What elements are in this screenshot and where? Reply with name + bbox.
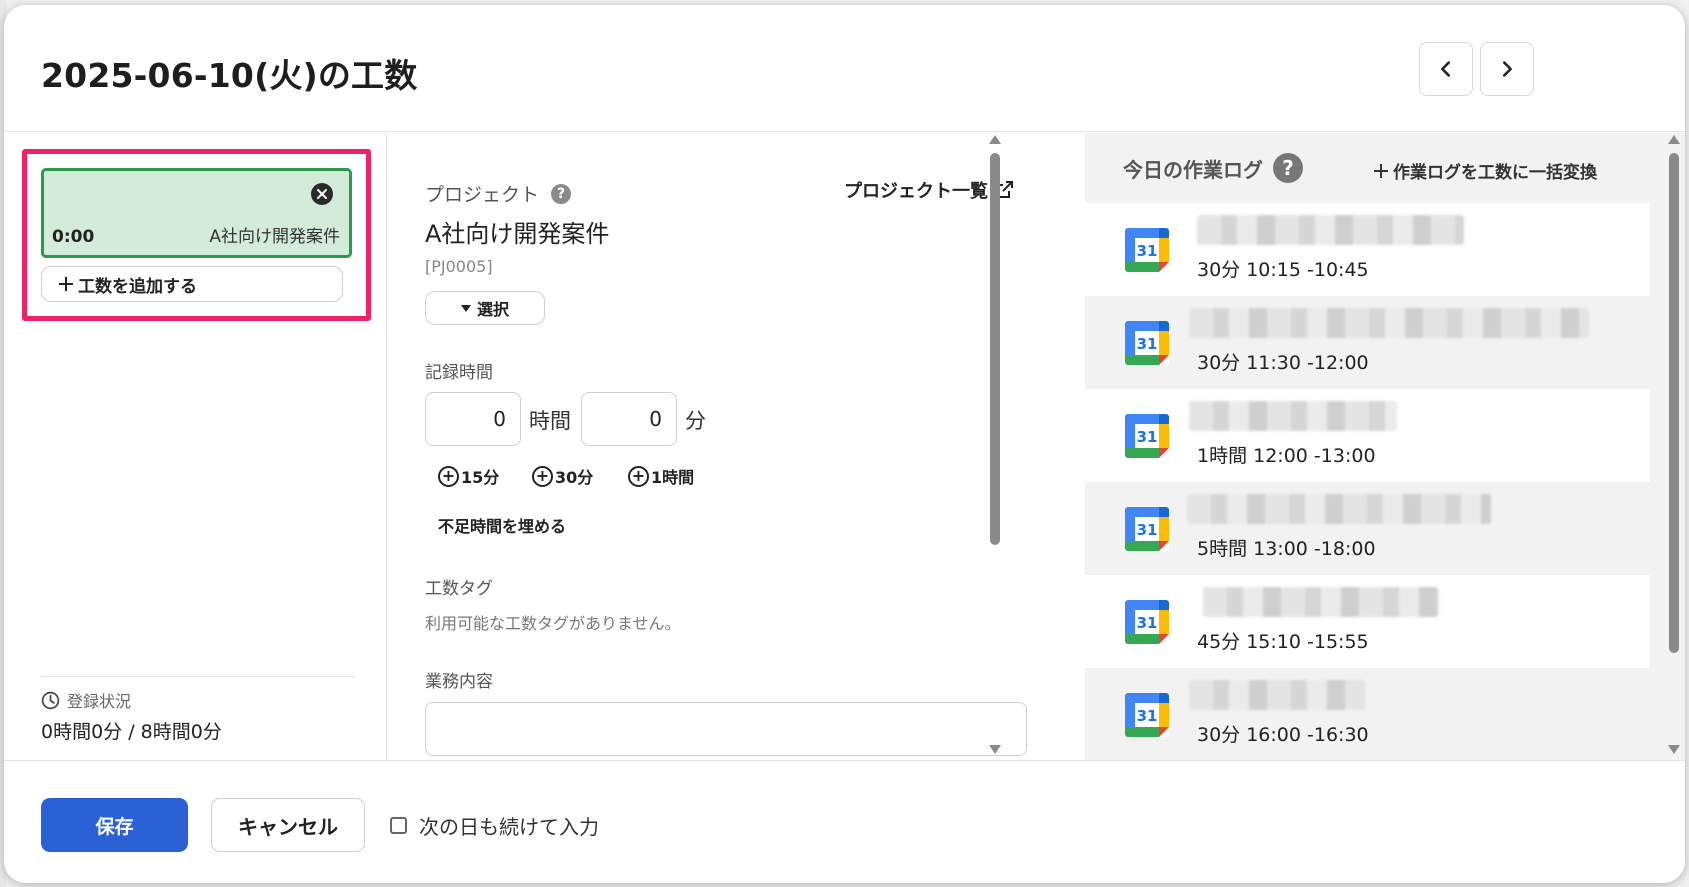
- work-hours-modal: 2025-06-10(火)の工数 0:00 A社向け開発案件 工数を追加する 登…: [4, 5, 1685, 883]
- log-scrollbar[interactable]: [1667, 133, 1681, 760]
- remove-entry-button[interactable]: [311, 183, 333, 205]
- chevron-left-icon: [1441, 61, 1451, 77]
- plus-icon: [59, 277, 73, 291]
- svg-text:31: 31: [1137, 614, 1158, 632]
- entry-project: A社向け開発案件: [209, 227, 340, 247]
- registration-status-value: 0時間0分 / 8時間0分: [41, 721, 222, 743]
- log-title-blurred: [1189, 401, 1397, 431]
- svg-text:31: 31: [1137, 707, 1158, 725]
- hours-input[interactable]: 0: [425, 392, 521, 446]
- plus-icon: [1374, 163, 1388, 178]
- continue-checkbox[interactable]: [390, 817, 407, 834]
- modal-title: 2025-06-10(火)の工数: [41, 56, 418, 95]
- svg-text:31: 31: [1137, 428, 1158, 446]
- minutes-unit: 分: [685, 409, 706, 433]
- add-entry-label: 工数を追加する: [78, 276, 197, 297]
- google-calendar-icon: 31: [1125, 507, 1169, 551]
- chevron-right-icon: [1502, 61, 1512, 77]
- work-log-panel: 今日の作業ログ ? 作業ログを工数に一括変換 31 30分 10:15 -10:…: [1085, 133, 1685, 760]
- svg-text:31: 31: [1137, 335, 1158, 353]
- log-title-blurred: [1187, 494, 1491, 524]
- help-icon[interactable]: ?: [1273, 153, 1303, 183]
- hours-unit: 時間: [529, 409, 571, 433]
- work-content-input[interactable]: [425, 702, 1027, 756]
- close-icon: [317, 189, 327, 199]
- work-entry-card[interactable]: 0:00 A社向け開発案件: [41, 168, 352, 258]
- google-calendar-icon: 31: [1125, 321, 1169, 365]
- log-time: 5時間 13:00 -18:00: [1197, 538, 1376, 560]
- log-time: 30分 10:15 -10:45: [1197, 259, 1369, 281]
- plus-circle-icon: +: [628, 465, 649, 487]
- continue-label: 次の日も続けて入力: [419, 815, 599, 839]
- add-30min-button[interactable]: + 30分: [532, 464, 593, 488]
- log-title-blurred: [1189, 308, 1589, 338]
- next-day-button[interactable]: [1480, 42, 1534, 96]
- modal-footer: 保存 キャンセル 次の日も続けて入力: [4, 760, 1685, 883]
- form-scrollbar[interactable]: [988, 133, 1002, 760]
- log-item[interactable]: 31 1時間 12:00 -13:00: [1085, 389, 1650, 482]
- log-item[interactable]: 31 30分 11:30 -12:00: [1085, 296, 1650, 389]
- fill-shortage-button[interactable]: 不足時間を埋める: [438, 513, 566, 537]
- cancel-button[interactable]: キャンセル: [211, 798, 365, 852]
- modal-header: 2025-06-10(火)の工数: [4, 5, 1685, 132]
- add-15min-button[interactable]: + 15分: [438, 464, 499, 488]
- caret-down-icon: [460, 304, 471, 312]
- google-calendar-icon: 31: [1125, 414, 1169, 458]
- log-title-blurred: [1189, 680, 1365, 710]
- tag-empty-message: 利用可能な工数タグがありません。: [425, 614, 681, 633]
- google-calendar-icon: 31: [1125, 693, 1169, 737]
- project-code: [PJ0005]: [425, 257, 493, 276]
- google-calendar-icon: 31: [1125, 600, 1169, 644]
- project-name: A社向け開発案件: [425, 220, 610, 248]
- log-time: 30分 11:30 -12:00: [1197, 352, 1369, 374]
- log-title-blurred: [1197, 215, 1464, 245]
- continue-next-day-toggle[interactable]: 次の日も続けて入力: [390, 811, 599, 840]
- entry-form: プロジェクト ? プロジェクト一覧 A社向け開発案件 [PJ0005] 選択 記…: [388, 133, 1078, 760]
- divider: [41, 676, 355, 677]
- plus-circle-icon: +: [532, 465, 553, 487]
- save-button[interactable]: 保存: [41, 798, 188, 852]
- project-select-button[interactable]: 選択: [425, 291, 545, 325]
- work-log-title: 今日の作業ログ ?: [1123, 153, 1303, 183]
- plus-circle-icon: +: [438, 465, 459, 487]
- tag-label: 工数タグ: [425, 579, 493, 599]
- log-item[interactable]: 31 30分 10:15 -10:45: [1085, 203, 1650, 296]
- log-item[interactable]: 31 45分 15:10 -15:55: [1085, 575, 1650, 668]
- log-item[interactable]: 31 30分 16:00 -16:30: [1085, 668, 1650, 760]
- add-1hour-button[interactable]: + 1時間: [628, 464, 694, 488]
- svg-text:31: 31: [1137, 521, 1158, 539]
- log-title-blurred: [1203, 587, 1439, 617]
- help-icon[interactable]: ?: [551, 183, 572, 204]
- minutes-input[interactable]: 0: [581, 392, 677, 446]
- entry-time: 0:00: [52, 227, 95, 247]
- entry-list-panel: 0:00 A社向け開発案件 工数を追加する 登録状況 0時間0分 / 8時間0分: [4, 133, 387, 760]
- google-calendar-icon: 31: [1125, 228, 1169, 272]
- log-time: 45分 15:10 -15:55: [1197, 631, 1369, 653]
- log-item[interactable]: 31 5時間 13:00 -18:00: [1085, 482, 1650, 575]
- work-content-label: 業務内容: [425, 672, 493, 692]
- log-time: 30分 16:00 -16:30: [1197, 724, 1369, 746]
- registration-status-label: 登録状況: [41, 688, 131, 712]
- record-time-label: 記録時間: [425, 363, 493, 383]
- svg-text:31: 31: [1137, 242, 1158, 260]
- clock-icon: [41, 691, 60, 709]
- add-entry-button[interactable]: 工数を追加する: [41, 266, 343, 302]
- convert-all-logs-button[interactable]: 作業ログを工数に一括変換: [1373, 158, 1597, 183]
- log-time: 1時間 12:00 -13:00: [1197, 445, 1376, 467]
- project-label: プロジェクト ?: [425, 180, 572, 207]
- previous-day-button[interactable]: [1419, 42, 1473, 96]
